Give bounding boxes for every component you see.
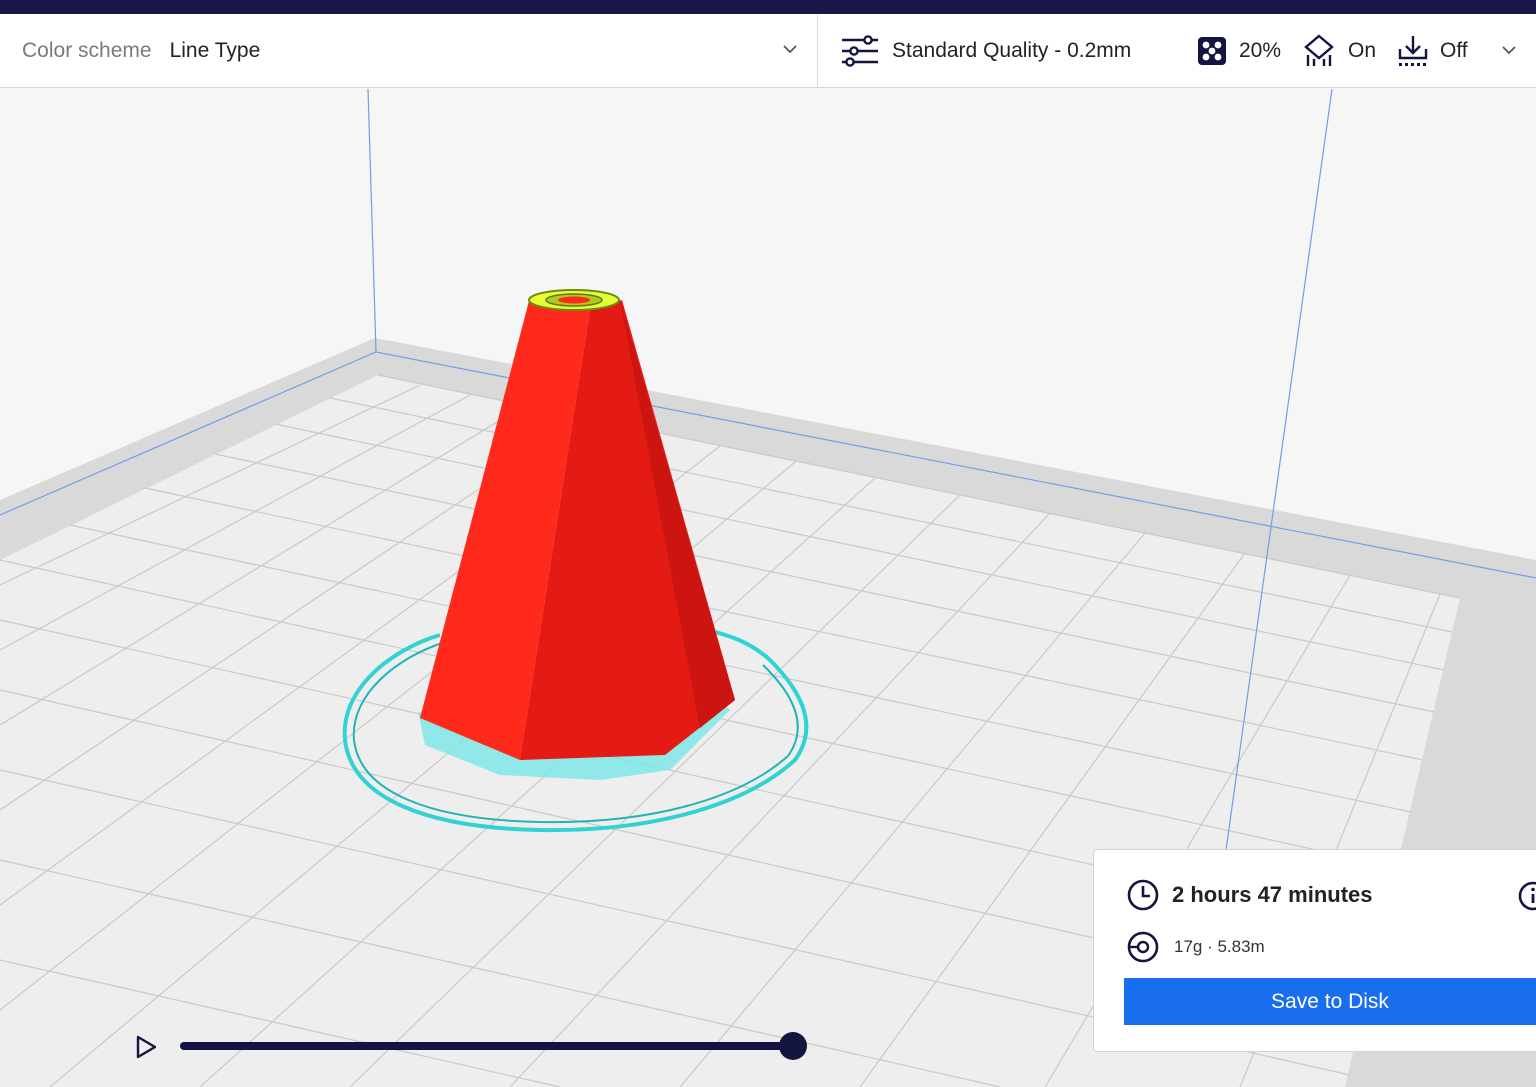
- support-label: On: [1348, 39, 1377, 62]
- save-to-disk-button[interactable]: Save to Disk: [1124, 978, 1536, 1025]
- material-usage: 17g · 5.83m: [1174, 937, 1265, 956]
- infill-setting: 20%: [1196, 14, 1281, 88]
- chevron-down-icon: [783, 45, 797, 54]
- support-icon: [1304, 34, 1334, 66]
- color-scheme-label: Color scheme: [22, 39, 152, 62]
- play-icon[interactable]: [132, 1033, 160, 1061]
- color-scheme-value: Line Type: [169, 39, 261, 62]
- print-info-panel: 2 hours 47 minutes 17g · 5.83m Save to D…: [1093, 849, 1536, 1052]
- profile-label: Standard Quality - 0.2mm: [892, 39, 1132, 62]
- sliders-icon: [842, 35, 878, 67]
- print-time-row: 2 hours 47 minutes: [1126, 878, 1373, 912]
- infill-icon: [1198, 37, 1226, 65]
- header-bar: Color scheme Line Type Standard Quality …: [0, 14, 1536, 88]
- color-scheme-dropdown[interactable]: Color scheme Line Type: [0, 14, 818, 88]
- profile-setting: Standard Quality - 0.2mm: [840, 14, 1131, 88]
- layer-slider-track[interactable]: [180, 1042, 794, 1050]
- adhesion-label: Off: [1440, 39, 1468, 62]
- window-top-bar: [0, 0, 1536, 14]
- info-icon[interactable]: [1517, 880, 1536, 912]
- spool-icon: [1127, 931, 1159, 963]
- clock-icon: [1127, 879, 1159, 911]
- layer-slider-handle[interactable]: [779, 1032, 807, 1060]
- support-setting: On: [1302, 14, 1376, 88]
- infill-label: 20%: [1239, 39, 1282, 62]
- adhesion-setting: Off: [1396, 14, 1468, 88]
- chevron-down-icon: [1502, 46, 1516, 55]
- print-settings-button[interactable]: Standard Quality - 0.2mm 20% On Off: [818, 14, 1536, 88]
- material-row: 17g · 5.83m: [1126, 930, 1265, 964]
- print-time: 2 hours 47 minutes: [1172, 882, 1373, 907]
- adhesion-icon: [1398, 36, 1428, 66]
